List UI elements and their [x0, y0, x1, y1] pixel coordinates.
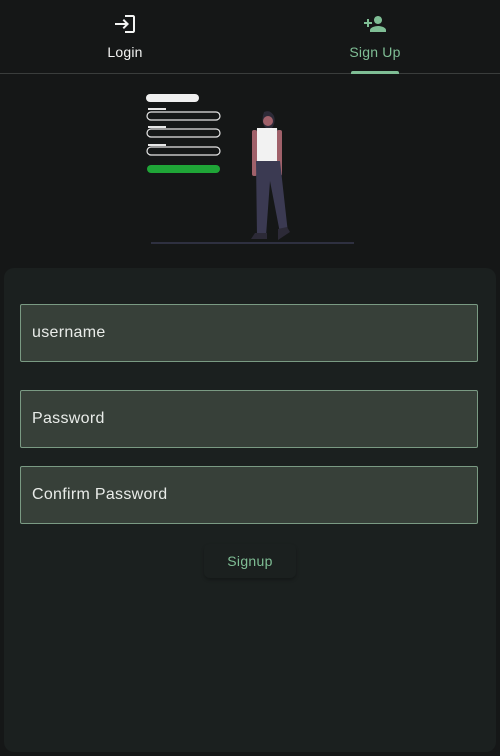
confirm-password-input[interactable] [21, 467, 477, 523]
tab-login[interactable]: Login [0, 0, 250, 73]
tab-login-label: Login [107, 44, 143, 60]
username-field[interactable] [20, 304, 478, 362]
active-tab-indicator [351, 71, 399, 74]
login-icon [115, 15, 135, 33]
confirm-password-field[interactable] [20, 466, 478, 524]
signup-button[interactable]: Signup [204, 544, 296, 578]
person-add-icon [364, 16, 386, 32]
signup-illustration [146, 94, 354, 244]
signup-card: Signup [4, 268, 496, 752]
username-input[interactable] [21, 305, 477, 361]
tab-signup-label: Sign Up [349, 44, 401, 60]
password-input[interactable] [21, 391, 477, 447]
auth-tabs: Login Sign Up [0, 0, 500, 74]
password-field[interactable] [20, 390, 478, 448]
tab-signup[interactable]: Sign Up [250, 0, 500, 74]
